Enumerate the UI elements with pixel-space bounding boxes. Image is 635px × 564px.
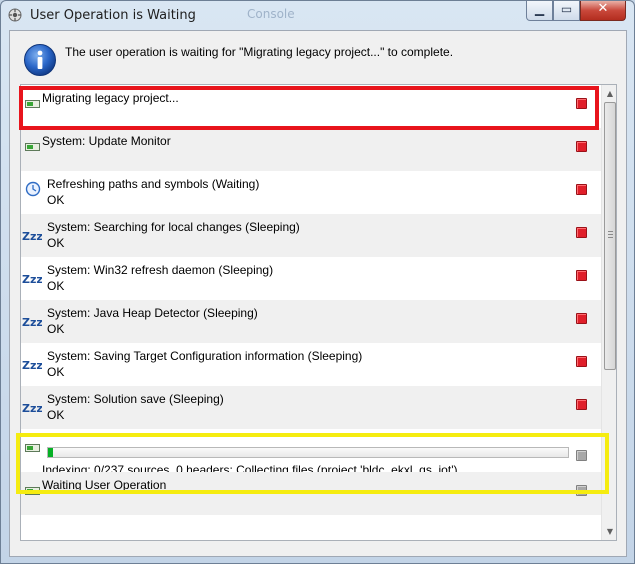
- svg-text:Zzz: Zzz: [22, 230, 42, 242]
- close-icon: ✕: [597, 1, 609, 16]
- scroll-up-icon[interactable]: ▲: [602, 85, 616, 102]
- task-status: OK: [47, 408, 65, 422]
- scroll-down-icon[interactable]: ▼: [602, 523, 616, 540]
- task-status: OK: [47, 193, 65, 207]
- close-button[interactable]: ✕: [580, 1, 626, 21]
- task-name: System: Solution save (Sleeping): [47, 392, 224, 406]
- task-row[interactable]: Zzz System: Saving Target Configuration i…: [21, 343, 601, 386]
- task-name: System: Update Monitor: [42, 134, 171, 148]
- stop-task-button[interactable]: [576, 227, 587, 238]
- stop-task-button[interactable]: [576, 313, 587, 324]
- task-row[interactable]: System: Update Monitor: [21, 128, 601, 171]
- progress-job-icon: [25, 143, 40, 151]
- dialog-window: User Operation is Waiting Console ▁ ▭ ✕ …: [0, 0, 635, 564]
- scrollbar-thumb[interactable]: [604, 102, 616, 370]
- title-bar[interactable]: User Operation is Waiting Console ▁ ▭ ✕: [1, 1, 634, 29]
- task-row[interactable]: Refreshing paths and symbols (Waiting) OK: [21, 171, 601, 214]
- info-icon: [24, 44, 56, 76]
- window-title: User Operation is Waiting: [30, 8, 196, 23]
- minimize-button[interactable]: ▁: [526, 1, 553, 21]
- task-name: System: Saving Target Configuration info…: [47, 349, 363, 363]
- highlight-box-red: [19, 86, 599, 130]
- task-row[interactable]: Zzz System: Java Heap Detector (Sleeping)…: [21, 300, 601, 343]
- task-row[interactable]: Zzz System: Searching for local changes (…: [21, 214, 601, 257]
- minimize-icon: ▁: [534, 2, 545, 16]
- task-name: System: Java Heap Detector (Sleeping): [47, 306, 258, 320]
- sleeping-icon: Zzz: [22, 359, 42, 371]
- clock-icon: [25, 181, 41, 197]
- svg-text:Zzz: Zzz: [22, 273, 42, 285]
- app-icon: [8, 8, 22, 22]
- grip-line: [608, 234, 613, 235]
- task-status: OK: [47, 279, 65, 293]
- stop-task-button[interactable]: [576, 270, 587, 281]
- grip-line: [608, 231, 613, 232]
- task-status: OK: [47, 322, 65, 336]
- sleeping-icon: Zzz: [22, 273, 42, 285]
- stop-task-button[interactable]: [576, 141, 587, 152]
- task-name: Refreshing paths and symbols (Waiting): [47, 177, 260, 191]
- task-name: System: Win32 refresh daemon (Sleeping): [47, 263, 274, 277]
- svg-text:Zzz: Zzz: [22, 316, 42, 328]
- task-row[interactable]: Zzz System: Win32 refresh daemon (Sleepin…: [21, 257, 601, 300]
- sleeping-icon: Zzz: [22, 316, 42, 328]
- stop-task-button[interactable]: [576, 399, 587, 410]
- stop-task-button[interactable]: [576, 356, 587, 367]
- highlight-box-yellow: [16, 433, 609, 494]
- svg-text:Zzz: Zzz: [22, 402, 42, 414]
- task-status: OK: [47, 365, 65, 379]
- waiting-message: The user operation is waiting for "Migra…: [65, 45, 454, 59]
- task-row[interactable]: Zzz System: Solution save (Sleeping) OK: [21, 386, 601, 429]
- sleeping-icon: Zzz: [22, 230, 42, 242]
- task-name: System: Searching for local changes (Sle…: [47, 220, 300, 234]
- grip-line: [608, 237, 613, 238]
- sleeping-icon: Zzz: [22, 402, 42, 414]
- background-window-text: Console: [247, 7, 295, 21]
- svg-text:Zzz: Zzz: [22, 359, 42, 371]
- stop-task-button[interactable]: [576, 184, 587, 195]
- maximize-icon: ▭: [560, 2, 573, 16]
- task-status: OK: [47, 236, 65, 250]
- maximize-button[interactable]: ▭: [553, 1, 580, 21]
